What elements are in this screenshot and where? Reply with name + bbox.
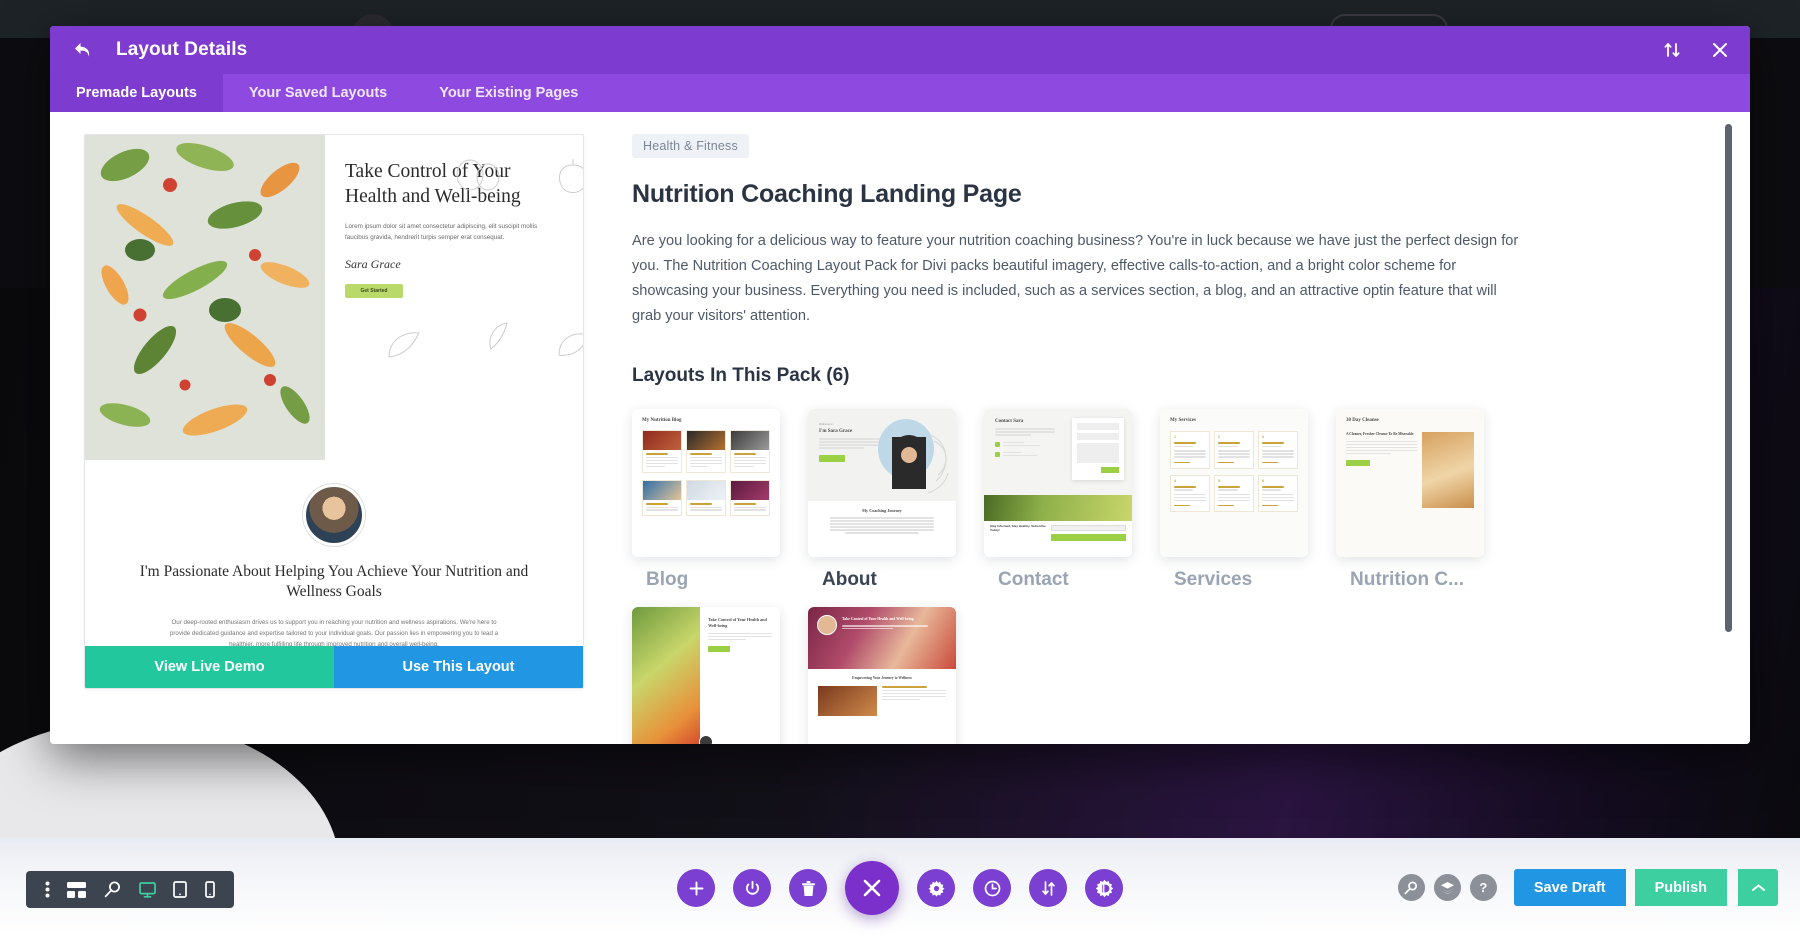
layout-cards-row-1: My Nutrition Blog Blog Welcome to I'm Sa… <box>632 409 1690 590</box>
zoom-out-view-icon[interactable] <box>104 881 121 898</box>
scrollbar-thumb[interactable] <box>1725 124 1732 632</box>
thumb-title: My Services <box>1170 418 1196 424</box>
layout-thumbnail: My Services 1 2 3 4 5 6 <box>1160 409 1308 558</box>
modal-header: Layout Details <box>50 26 1750 74</box>
layout-thumbnail: 30 Day Cleanse A Cleaner, Fresher Cleans… <box>1336 409 1484 558</box>
modal-body: Take Control of Your Health and Well-bei… <box>50 112 1750 744</box>
layout-card-home[interactable]: Take Control of Your Health and Well-bei… <box>808 607 956 744</box>
use-this-layout-button[interactable]: Use This Layout <box>334 646 583 688</box>
tab-your-existing-pages[interactable]: Your Existing Pages <box>413 74 604 112</box>
layout-card-services[interactable]: My Services 1 2 3 4 5 6 Services <box>1160 409 1308 590</box>
layers-icon[interactable] <box>1433 874 1461 901</box>
back-arrow-icon[interactable] <box>72 39 94 61</box>
pack-heading: Layouts In This Pack (6) <box>632 365 850 387</box>
portability-icon[interactable] <box>1029 869 1067 907</box>
layout-card-label: Blog <box>646 569 689 591</box>
layout-preview-column: Take Control of Your Health and Well-bei… <box>50 112 620 744</box>
hero-paragraph: Lorem ipsum dolor sit amet consectetur a… <box>345 222 538 241</box>
layout-cards: My Nutrition Blog Blog Welcome to I'm Sa… <box>632 409 1690 744</box>
hero-food-photo <box>85 135 325 460</box>
layout-details-column: Health & Fitness Nutrition Coaching Land… <box>620 112 1750 744</box>
details-scrollbar[interactable] <box>1725 124 1732 632</box>
page-actions-toolbar: ? Save Draft Publish <box>1397 869 1778 906</box>
layout-thumbnail: Contact Sara Stay Informed, Stay Healthy… <box>984 409 1132 558</box>
tablet-view-icon[interactable] <box>173 881 188 898</box>
chevron-up-icon[interactable] <box>1738 869 1778 906</box>
thumb-title: Take Control of Your Health and Well-bei… <box>708 617 767 628</box>
more-options-icon[interactable] <box>45 881 50 898</box>
magnifier-icon[interactable] <box>1397 874 1425 901</box>
gear-icon[interactable] <box>917 869 955 907</box>
layout-card-label: Contact <box>998 569 1069 591</box>
history-clock-icon[interactable] <box>973 869 1011 907</box>
category-badge[interactable]: Health & Fitness <box>632 134 749 158</box>
preview-about-section: I'm Passionate About Helping You Achieve… <box>85 460 583 677</box>
page-title: Nutrition Coaching Landing Page <box>632 180 1022 208</box>
about-headline: I'm Passionate About Helping You Achieve… <box>139 563 529 601</box>
preview-actions: View Live Demo Use This Layout <box>85 646 583 688</box>
layout-card-label: Nutrition C... <box>1350 569 1464 591</box>
page-description: Are you looking for a delicious way to f… <box>632 233 1519 325</box>
layout-thumbnail: Welcome to I'm Sara Grace My Coaching Jo… <box>808 409 956 558</box>
divi-gear-icon[interactable] <box>1085 869 1123 907</box>
tab-premade-layouts[interactable]: Premade Layouts <box>50 74 223 112</box>
layout-thumbnail: My Nutrition Blog <box>632 409 780 558</box>
publish-button[interactable]: Publish <box>1634 869 1727 906</box>
avatar <box>303 484 365 546</box>
power-toggle-icon[interactable] <box>733 869 771 907</box>
hero-signature: Sara Grace <box>345 256 401 271</box>
view-live-demo-button[interactable]: View Live Demo <box>85 646 334 688</box>
hero-cta-button: Get Started <box>345 283 403 298</box>
close-icon[interactable] <box>845 861 899 915</box>
hero-copy: Take Control of Your Health and Well-bei… <box>325 135 583 460</box>
preview-hero: Take Control of Your Health and Well-bei… <box>85 135 583 460</box>
layout-cards-row-2: Take Control of Your Health and Well-bei… <box>632 607 1690 744</box>
layout-card-contact[interactable]: Contact Sara Stay Informed, Stay Healthy… <box>984 409 1132 590</box>
screen: Layout Details Premade Layouts Your Save… <box>0 0 1800 936</box>
trash-icon[interactable] <box>789 869 827 907</box>
thumb-title: 30 Day Cleanse <box>1346 418 1379 424</box>
layout-card-landing[interactable]: Take Control of Your Health and Well-bei… <box>632 607 780 744</box>
layout-card-label: About <box>822 569 877 591</box>
close-icon[interactable] <box>1708 38 1732 62</box>
sort-arrows-icon[interactable] <box>1660 38 1684 62</box>
layout-card-blog[interactable]: My Nutrition Blog Blog <box>632 409 780 590</box>
builder-toolbar <box>677 861 1123 915</box>
layout-thumbnail: Take Control of Your Health and Well-bei… <box>632 607 780 744</box>
phone-view-icon[interactable] <box>205 881 215 898</box>
layout-preview-card: Take Control of Your Health and Well-bei… <box>84 134 584 689</box>
layout-thumbnail: Take Control of Your Health and Well-bei… <box>808 607 956 744</box>
wireframe-view-icon[interactable] <box>67 881 87 898</box>
layout-details-modal: Layout Details Premade Layouts Your Save… <box>50 26 1750 744</box>
layout-card-label: Services <box>1174 569 1253 591</box>
view-mode-toolbar <box>26 871 234 908</box>
layout-card-nutrition-cleanse[interactable]: 30 Day Cleanse A Cleaner, Fresher Cleans… <box>1336 409 1484 590</box>
add-section-icon[interactable] <box>677 869 715 907</box>
desktop-view-icon[interactable] <box>138 881 156 898</box>
tab-your-saved-layouts[interactable]: Your Saved Layouts <box>223 74 413 112</box>
modal-tabs: Premade Layouts Your Saved Layouts Your … <box>50 74 1750 112</box>
modal-title: Layout Details <box>116 39 248 60</box>
save-draft-button[interactable]: Save Draft <box>1513 869 1626 906</box>
help-question-icon[interactable]: ? <box>1469 874 1497 901</box>
thumb-title: My Nutrition Blog <box>642 418 682 424</box>
layout-card-about[interactable]: Welcome to I'm Sara Grace My Coaching Jo… <box>808 409 956 590</box>
modal-header-actions <box>1660 26 1732 74</box>
